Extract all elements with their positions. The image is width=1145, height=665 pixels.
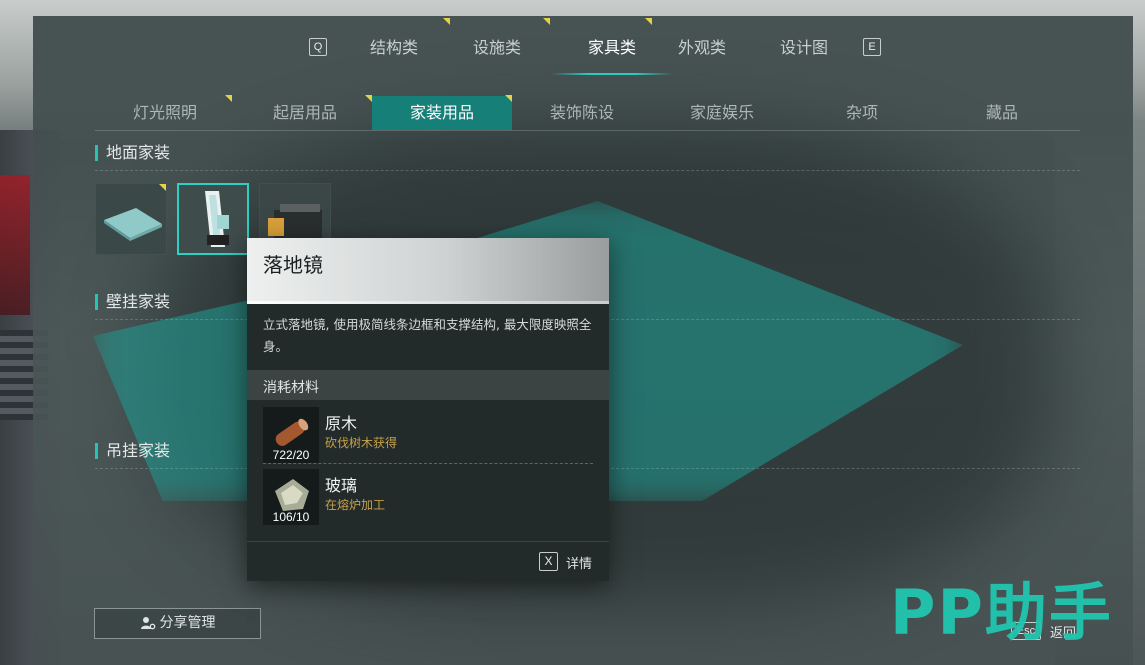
item-slot-floor-mirror[interactable] <box>177 183 249 255</box>
red-panel <box>0 175 30 315</box>
glass-icon: 106/10 <box>263 469 319 525</box>
material-row: 722/20 原木 砍伐树木获得 <box>263 404 593 463</box>
subtab-lighting[interactable]: 灯光照明 <box>95 96 235 130</box>
active-tab-underline <box>551 73 673 75</box>
category-tabs: Q 结构类 设施类 家具类 外观类 设计图 E <box>33 16 1133 76</box>
details-key[interactable]: X <box>539 552 558 571</box>
floor-mirror-icon <box>179 185 247 253</box>
new-badge <box>365 95 372 102</box>
subtab-ornaments[interactable]: 装饰陈设 <box>512 96 652 130</box>
subcategory-tabs: 灯光照明 起居用品 家装用品 装饰陈设 家庭娱乐 杂项 藏品 <box>95 95 1080 131</box>
tab-facilities[interactable]: 设施类 <box>456 36 538 60</box>
user-share-icon <box>140 617 155 630</box>
next-category-key[interactable]: E <box>863 38 881 56</box>
new-badge <box>543 18 550 25</box>
tooltip-description: 立式落地镜, 使用极简线条边框和支撑结构, 最大限度映照全身。 <box>263 317 592 354</box>
subtab-misc[interactable]: 杂项 <box>792 96 932 130</box>
tooltip-title: 落地镜 <box>263 253 323 277</box>
materials-title: 消耗材料 <box>263 380 319 396</box>
section-wall-title: 壁挂家装 <box>95 294 170 310</box>
subtab-living[interactable]: 起居用品 <box>235 96 375 130</box>
tab-furniture[interactable]: 家具类 <box>559 36 665 60</box>
material-name: 玻璃 <box>325 476 358 495</box>
section-divider <box>95 170 1080 171</box>
section-floor-title: 地面家装 <box>95 145 170 161</box>
share-management-label: 分享管理 <box>159 615 216 631</box>
material-source: 在熔炉加工 <box>325 498 386 512</box>
material-name: 原木 <box>325 414 358 433</box>
tab-blueprints[interactable]: 设计图 <box>763 36 845 60</box>
subtab-entertainment[interactable]: 家庭娱乐 <box>652 96 792 130</box>
material-divider <box>263 463 593 464</box>
material-source: 砍伐树木获得 <box>325 436 398 450</box>
tab-structure[interactable]: 结构类 <box>353 36 435 60</box>
item-slot-floor-mat[interactable] <box>95 183 167 255</box>
tab-appearance[interactable]: 外观类 <box>661 36 743 60</box>
material-count: 722/20 <box>272 448 310 462</box>
prev-category-key[interactable]: Q <box>309 38 327 56</box>
share-management-button[interactable]: 分享管理 <box>94 608 261 639</box>
details-label[interactable]: 详情 <box>566 553 592 572</box>
new-badge <box>443 18 450 25</box>
new-badge <box>505 95 512 102</box>
subtab-collectibles[interactable]: 藏品 <box>932 96 1072 130</box>
new-badge <box>159 184 166 191</box>
tooltip-footer-divider <box>247 541 609 542</box>
new-badge <box>225 95 232 102</box>
watermark-text: PP助手 <box>890 576 1113 649</box>
subtab-home-decor[interactable]: 家装用品 <box>372 96 512 130</box>
materials-header: 消耗材料 <box>247 370 609 400</box>
item-tooltip: 落地镜 立式落地镜, 使用极简线条边框和支撑结构, 最大限度映照全身。 消耗材料… <box>247 238 609 581</box>
new-badge <box>645 18 652 25</box>
material-row: 106/10 玻璃 在熔炉加工 <box>263 466 593 525</box>
section-hanging-title: 吊挂家装 <box>95 443 170 459</box>
material-count: 106/10 <box>272 510 310 524</box>
log-icon: 722/20 <box>263 407 319 463</box>
floor-mat-icon <box>96 184 166 254</box>
